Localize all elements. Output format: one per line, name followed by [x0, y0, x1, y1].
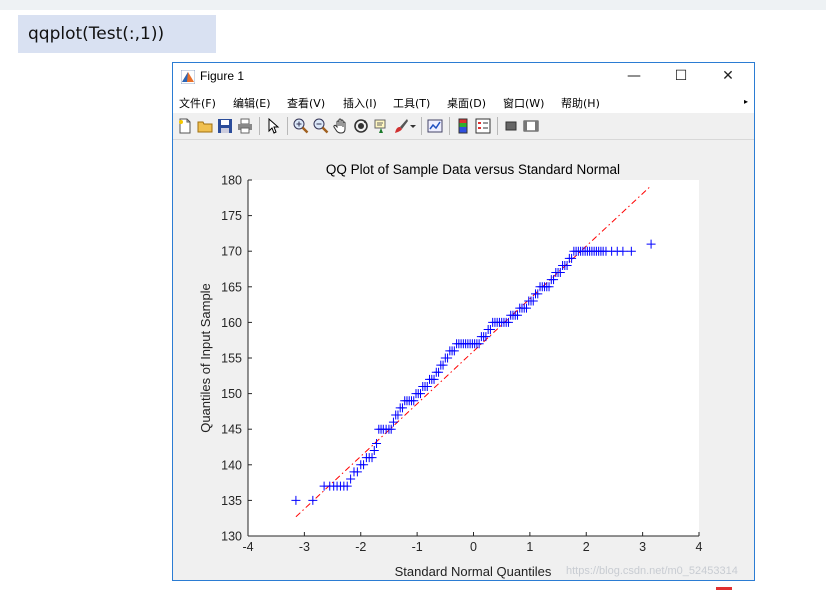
rotate-3d-icon[interactable]: [353, 118, 369, 134]
y-axis-label: Quantiles of Input Sample: [198, 283, 213, 433]
open-file-icon[interactable]: [197, 118, 213, 134]
menu-overflow-icon[interactable]: ▸: [744, 97, 748, 106]
brush-icon[interactable]: [393, 118, 409, 134]
maximize-button[interactable]: ☐: [658, 63, 704, 91]
x-tick-label: 0: [470, 540, 477, 554]
x-axis-label: Standard Normal Quantiles: [395, 564, 552, 579]
minimize-button[interactable]: —: [611, 63, 657, 91]
figure-canvas: QQ Plot of Sample Data versus Standard N…: [173, 140, 754, 580]
chart-title: QQ Plot of Sample Data versus Standard N…: [326, 162, 620, 177]
menu-file[interactable]: 文件(F): [179, 95, 216, 111]
figure-window[interactable]: Figure 1 — ☐ ✕ 文件(F) 编辑(E) 查看(V) 插入(I) 工…: [172, 62, 755, 581]
hide-plot-tools-icon[interactable]: [503, 118, 519, 134]
new-figure-icon[interactable]: [177, 118, 193, 134]
menu-desktop[interactable]: 桌面(D): [447, 95, 486, 111]
figure-toolbar: [173, 113, 754, 140]
y-tick-label: 150: [221, 387, 242, 401]
qq-plot[interactable]: QQ Plot of Sample Data versus Standard N…: [173, 140, 754, 580]
zoom-in-icon[interactable]: [293, 118, 309, 134]
y-tick-label: 155: [221, 352, 242, 366]
pointer-icon[interactable]: [265, 118, 281, 134]
print-icon[interactable]: [237, 118, 253, 134]
toolbar-separator: [497, 117, 498, 135]
x-tick-label: -1: [412, 540, 423, 554]
y-tick-label: 170: [221, 245, 242, 259]
axes-background: [248, 180, 699, 536]
x-tick-label: 1: [526, 540, 533, 554]
brush-dropdown-icon[interactable]: [409, 118, 417, 134]
x-tick-label: -3: [299, 540, 310, 554]
y-tick-label: 165: [221, 280, 242, 294]
x-tick-label: 3: [639, 540, 646, 554]
x-tick-label: -4: [242, 540, 253, 554]
zoom-out-icon[interactable]: [313, 118, 329, 134]
menu-edit[interactable]: 编辑(E): [233, 95, 271, 111]
menu-tools[interactable]: 工具(T): [393, 95, 430, 111]
menu-insert[interactable]: 插入(I): [343, 95, 377, 111]
x-tick-label: 4: [696, 540, 703, 554]
save-icon[interactable]: [217, 118, 233, 134]
legend-icon[interactable]: [475, 118, 491, 134]
y-tick-label: 140: [221, 458, 242, 472]
matlab-logo-icon: [181, 70, 195, 84]
y-tick-label: 135: [221, 494, 242, 508]
menu-view[interactable]: 查看(V): [287, 95, 325, 111]
y-tick-label: 160: [221, 316, 242, 330]
menu-help[interactable]: 帮助(H): [561, 95, 600, 111]
toolbar-separator: [259, 117, 260, 135]
pan-icon[interactable]: [333, 118, 349, 134]
command-text: qqplot(Test(:,1)): [28, 24, 165, 44]
show-plot-tools-icon[interactable]: [523, 118, 539, 134]
menu-bar: 文件(F) 编辑(E) 查看(V) 插入(I) 工具(T) 桌面(D) 窗口(W…: [173, 91, 754, 113]
toolbar-separator: [287, 117, 288, 135]
y-tick-label: 130: [221, 530, 242, 544]
y-tick-label: 145: [221, 423, 242, 437]
watermark-text: https://blog.csdn.net/m0_52453314: [566, 565, 738, 577]
red-underline-mark: [716, 587, 732, 590]
y-tick-label: 180: [221, 174, 242, 188]
window-title: Figure 1: [200, 69, 245, 83]
command-code-block: qqplot(Test(:,1)): [18, 15, 216, 53]
editor-top-strip: [0, 0, 826, 10]
close-button[interactable]: ✕: [705, 63, 751, 91]
x-tick-label: -2: [355, 540, 366, 554]
menu-window[interactable]: 窗口(W): [503, 95, 544, 111]
title-bar[interactable]: Figure 1 — ☐ ✕: [173, 63, 754, 91]
x-tick-label: 2: [583, 540, 590, 554]
y-tick-label: 175: [221, 209, 242, 223]
toolbar-separator: [421, 117, 422, 135]
data-cursor-icon[interactable]: [373, 118, 389, 134]
toolbar-separator: [449, 117, 450, 135]
colorbar-icon[interactable]: [455, 118, 471, 134]
link-plot-icon[interactable]: [427, 118, 443, 134]
